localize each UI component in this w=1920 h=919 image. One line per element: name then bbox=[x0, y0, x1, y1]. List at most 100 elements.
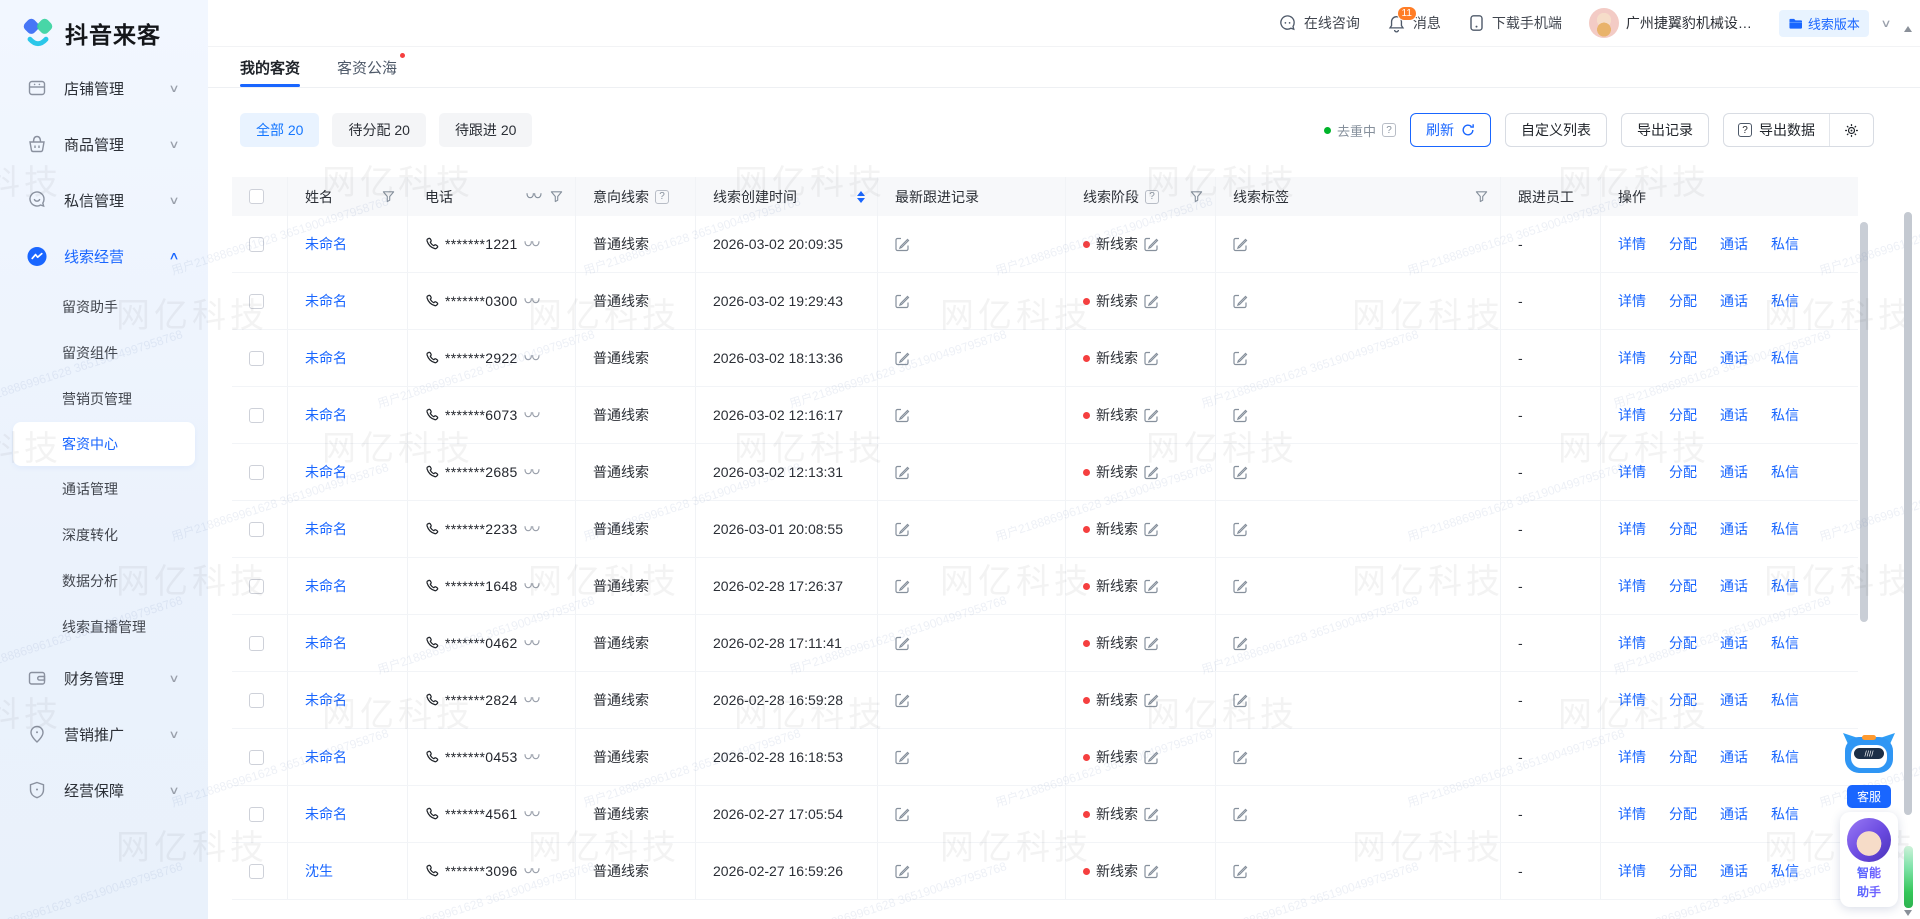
messages-button[interactable]: 11 消息 bbox=[1387, 13, 1441, 33]
filter-funnel-icon[interactable] bbox=[550, 190, 563, 203]
action-private-message[interactable]: 私信 bbox=[1771, 690, 1799, 710]
edit-record-icon[interactable] bbox=[895, 522, 910, 537]
row-checkbox[interactable] bbox=[249, 408, 264, 423]
edit-record-icon[interactable] bbox=[895, 351, 910, 366]
edit-stage-icon[interactable] bbox=[1144, 807, 1159, 822]
sidebar-item-leads[interactable]: 线索经营 ∨ bbox=[0, 228, 208, 284]
action-assign[interactable]: 分配 bbox=[1669, 747, 1697, 767]
action-detail[interactable]: 详情 bbox=[1618, 576, 1646, 596]
sidebar-subitem-data-analysis[interactable]: 数据分析 bbox=[0, 558, 208, 604]
online-consult-button[interactable]: 在线咨询 bbox=[1278, 13, 1360, 33]
lead-name-link[interactable]: 未命名 bbox=[305, 291, 347, 311]
edit-tags-icon[interactable] bbox=[1233, 465, 1248, 480]
segment-unassigned[interactable]: 待分配 20 bbox=[332, 113, 425, 147]
edit-stage-icon[interactable] bbox=[1144, 465, 1159, 480]
edit-tags-icon[interactable] bbox=[1233, 351, 1248, 366]
tab-my-customers[interactable]: 我的客资 bbox=[240, 47, 300, 87]
edit-tags-icon[interactable] bbox=[1233, 693, 1248, 708]
edit-stage-icon[interactable] bbox=[1144, 522, 1159, 537]
action-call[interactable]: 通话 bbox=[1720, 690, 1748, 710]
reveal-glasses-icon[interactable] bbox=[524, 696, 540, 705]
edit-tags-icon[interactable] bbox=[1233, 807, 1248, 822]
action-assign[interactable]: 分配 bbox=[1669, 690, 1697, 710]
action-detail[interactable]: 详情 bbox=[1618, 804, 1646, 824]
export-data-button[interactable]: ? 导出数据 bbox=[1724, 114, 1829, 146]
reveal-glasses-icon[interactable] bbox=[524, 867, 540, 876]
action-assign[interactable]: 分配 bbox=[1669, 633, 1697, 653]
chevron-down-icon[interactable]: ∨ bbox=[1880, 17, 1891, 30]
table-scrollbar-thumb[interactable] bbox=[1860, 222, 1868, 622]
row-checkbox[interactable] bbox=[249, 579, 264, 594]
edit-record-icon[interactable] bbox=[895, 864, 910, 879]
reveal-glasses-icon[interactable] bbox=[524, 639, 540, 648]
action-detail[interactable]: 详情 bbox=[1618, 861, 1646, 881]
edit-stage-icon[interactable] bbox=[1144, 636, 1159, 651]
action-detail[interactable]: 详情 bbox=[1618, 462, 1646, 482]
action-call[interactable]: 通话 bbox=[1720, 747, 1748, 767]
action-private-message[interactable]: 私信 bbox=[1771, 234, 1799, 254]
sidebar-subitem-deep-conversion[interactable]: 深度转化 bbox=[0, 512, 208, 558]
edit-tags-icon[interactable] bbox=[1233, 579, 1248, 594]
edit-tags-icon[interactable] bbox=[1233, 237, 1248, 252]
lead-name-link[interactable]: 未命名 bbox=[305, 747, 347, 767]
lead-name-link[interactable]: 未命名 bbox=[305, 519, 347, 539]
action-detail[interactable]: 详情 bbox=[1618, 633, 1646, 653]
edit-stage-icon[interactable] bbox=[1144, 237, 1159, 252]
tab-public-pool[interactable]: 客资公海 bbox=[337, 47, 397, 87]
action-detail[interactable]: 详情 bbox=[1618, 690, 1646, 710]
action-call[interactable]: 通话 bbox=[1720, 576, 1748, 596]
customize-columns-button[interactable]: 自定义列表 bbox=[1505, 113, 1607, 147]
smart-assistant-widget[interactable]: 智能 助手 bbox=[1840, 812, 1898, 907]
export-settings-button[interactable] bbox=[1830, 114, 1873, 146]
reveal-glasses-icon[interactable] bbox=[524, 354, 540, 363]
edit-record-icon[interactable] bbox=[895, 408, 910, 423]
row-checkbox[interactable] bbox=[249, 465, 264, 480]
edit-stage-icon[interactable] bbox=[1144, 294, 1159, 309]
lead-name-link[interactable]: 未命名 bbox=[305, 348, 347, 368]
action-private-message[interactable]: 私信 bbox=[1771, 405, 1799, 425]
filter-funnel-icon[interactable] bbox=[1190, 190, 1203, 203]
action-call[interactable]: 通话 bbox=[1720, 861, 1748, 881]
action-call[interactable]: 通话 bbox=[1720, 462, 1748, 482]
sidebar-item-messages[interactable]: 私信管理 ∨ bbox=[0, 172, 208, 228]
row-checkbox[interactable] bbox=[249, 750, 264, 765]
row-checkbox[interactable] bbox=[249, 522, 264, 537]
filter-funnel-icon[interactable] bbox=[382, 190, 395, 203]
lead-name-link[interactable]: 未命名 bbox=[305, 633, 347, 653]
edit-tags-icon[interactable] bbox=[1233, 750, 1248, 765]
lead-name-link[interactable]: 未命名 bbox=[305, 234, 347, 254]
action-detail[interactable]: 详情 bbox=[1618, 519, 1646, 539]
action-call[interactable]: 通话 bbox=[1720, 519, 1748, 539]
action-call[interactable]: 通话 bbox=[1720, 234, 1748, 254]
action-private-message[interactable]: 私信 bbox=[1771, 519, 1799, 539]
scrollbar-down-arrow[interactable] bbox=[1904, 910, 1912, 916]
filter-funnel-icon[interactable] bbox=[1475, 190, 1488, 203]
action-detail[interactable]: 详情 bbox=[1618, 234, 1646, 254]
row-checkbox[interactable] bbox=[249, 351, 264, 366]
action-private-message[interactable]: 私信 bbox=[1771, 576, 1799, 596]
edit-stage-icon[interactable] bbox=[1144, 864, 1159, 879]
account-menu[interactable]: 广州捷翼豹机械设… bbox=[1589, 8, 1752, 38]
reveal-glasses-icon[interactable] bbox=[524, 297, 540, 306]
edit-stage-icon[interactable] bbox=[1144, 750, 1159, 765]
action-private-message[interactable]: 私信 bbox=[1771, 462, 1799, 482]
action-private-message[interactable]: 私信 bbox=[1771, 804, 1799, 824]
sidebar-subitem-call-management[interactable]: 通话管理 bbox=[0, 466, 208, 512]
action-detail[interactable]: 详情 bbox=[1618, 747, 1646, 767]
edit-record-icon[interactable] bbox=[895, 579, 910, 594]
edit-tags-icon[interactable] bbox=[1233, 408, 1248, 423]
sidebar-item-promotion[interactable]: 营销推广 ∨ bbox=[0, 706, 208, 762]
action-call[interactable]: 通话 bbox=[1720, 405, 1748, 425]
sidebar-item-finance[interactable]: 财务管理 ∨ bbox=[0, 650, 208, 706]
reveal-glasses-icon[interactable] bbox=[524, 411, 540, 420]
action-call[interactable]: 通话 bbox=[1720, 348, 1748, 368]
sidebar-subitem-retain-component[interactable]: 留资组件 bbox=[0, 330, 208, 376]
row-checkbox[interactable] bbox=[249, 807, 264, 822]
edit-stage-icon[interactable] bbox=[1144, 579, 1159, 594]
reveal-glasses-icon[interactable] bbox=[524, 582, 540, 591]
action-private-message[interactable]: 私信 bbox=[1771, 348, 1799, 368]
segment-all[interactable]: 全部 20 bbox=[240, 113, 319, 147]
row-checkbox[interactable] bbox=[249, 864, 264, 879]
edit-record-icon[interactable] bbox=[895, 237, 910, 252]
action-assign[interactable]: 分配 bbox=[1669, 804, 1697, 824]
